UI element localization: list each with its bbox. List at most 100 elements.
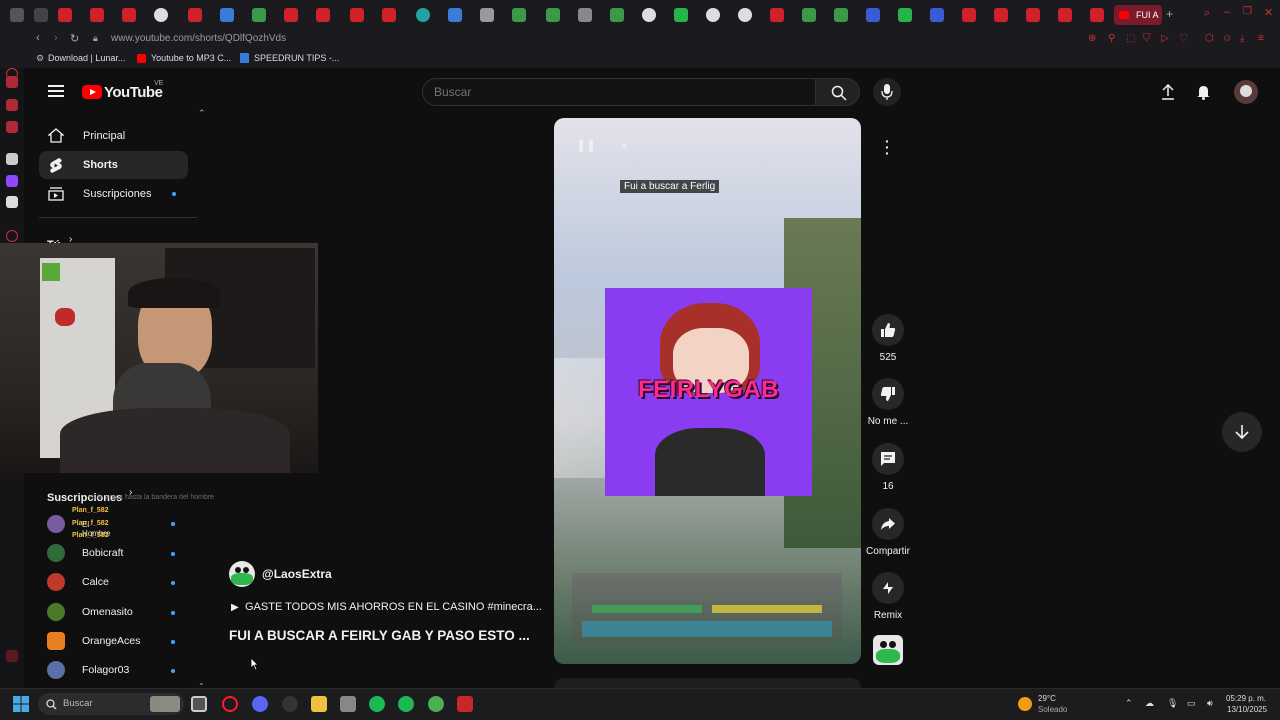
tab-icon[interactable] xyxy=(416,8,430,22)
youtube-tab-icon[interactable] xyxy=(962,8,976,22)
volume-icon[interactable]: 🔈︎ xyxy=(622,138,629,153)
aria-ai-icon[interactable] xyxy=(6,153,18,165)
reload-icon[interactable]: ↻ xyxy=(70,32,79,45)
twitch-icon[interactable] xyxy=(6,175,18,187)
active-tab[interactable]: FUI A xyxy=(1114,5,1162,25)
app-icon[interactable] xyxy=(340,696,356,712)
voice-search-button[interactable] xyxy=(873,78,901,106)
download-icon[interactable]: ⤓ xyxy=(1240,33,1244,44)
share-button[interactable] xyxy=(872,508,904,540)
notifications-bell-icon[interactable] xyxy=(1196,84,1211,100)
discord-icon[interactable] xyxy=(252,696,268,712)
menu-icon[interactable]: ≡ xyxy=(1258,33,1264,44)
close-icon[interactable]: ✕ xyxy=(1264,6,1273,19)
network-icon[interactable]: ▭ xyxy=(1187,698,1196,709)
tab-icon[interactable] xyxy=(252,8,266,22)
tab-icon[interactable] xyxy=(546,8,560,22)
next-short-preview[interactable] xyxy=(554,678,861,688)
tab-icon[interactable] xyxy=(512,8,526,22)
bag-icon[interactable] xyxy=(6,76,18,88)
search-button[interactable] xyxy=(815,78,860,106)
tab-icon[interactable] xyxy=(898,8,912,22)
youtube-tab-icon[interactable] xyxy=(58,8,72,22)
chevron-up-icon[interactable]: ⌃ xyxy=(198,108,206,119)
youtube-tab-icon[interactable] xyxy=(1058,8,1072,22)
volume-tray-icon[interactable]: 🔊︎ xyxy=(1207,698,1213,709)
chrome-icon[interactable] xyxy=(428,696,444,712)
hamburger-menu-icon[interactable] xyxy=(48,85,64,97)
forward-icon[interactable]: › xyxy=(54,32,58,44)
tab-icon[interactable] xyxy=(674,8,688,22)
google-tab-icon[interactable] xyxy=(738,8,752,22)
pause-icon[interactable]: ❚❚ xyxy=(576,138,596,152)
search-bar[interactable] xyxy=(422,78,816,106)
tray-chevron-icon[interactable]: ⌃ xyxy=(1125,698,1133,709)
sidebar-item-shorts[interactable]: Shorts xyxy=(39,151,188,179)
chevron-down-icon[interactable]: ⌄ xyxy=(198,678,205,687)
short-title[interactable]: FUI A BUSCAR A FEIRLY GAB Y PASO ESTO ..… xyxy=(229,628,530,643)
channel-handle[interactable]: @LaosExtra xyxy=(262,567,332,581)
dislike-button[interactable] xyxy=(872,378,904,410)
youtube-tab-icon[interactable] xyxy=(90,8,104,22)
bookmark-1[interactable]: Download | Lunar... xyxy=(48,53,125,63)
new-tab-button[interactable]: + xyxy=(1166,7,1173,21)
clock-time[interactable]: 05:29 p. m. xyxy=(1226,694,1266,703)
youtube-tab-icon[interactable] xyxy=(122,8,136,22)
bookmark-3[interactable]: SPEEDRUN TIPS -... xyxy=(254,53,339,63)
tab-icon[interactable] xyxy=(220,8,234,22)
microphone-tray-icon[interactable]: 🎙︎ xyxy=(1167,698,1178,709)
youtube-tab-icon[interactable] xyxy=(284,8,298,22)
cloud-icon[interactable]: ☁ xyxy=(1145,698,1154,709)
sound-avatar[interactable] xyxy=(873,635,903,665)
zoom-icon[interactable]: ⊕ xyxy=(1088,33,1096,44)
tab-icon[interactable] xyxy=(448,8,462,22)
heart-icon[interactable]: ♡ xyxy=(1179,33,1188,44)
youtube-tab-icon[interactable] xyxy=(188,8,202,22)
playlist-link[interactable]: GASTE TODOS MIS AHORROS EN EL CASINO #mi… xyxy=(245,601,542,613)
youtube-tab-icon[interactable] xyxy=(316,8,330,22)
sidebar-item-suscripciones[interactable]: Suscripciones xyxy=(39,180,188,208)
tab-icon[interactable] xyxy=(610,8,624,22)
tab-icon[interactable] xyxy=(802,8,816,22)
youtube-tab-icon[interactable] xyxy=(1026,8,1040,22)
upload-icon[interactable] xyxy=(1161,84,1175,100)
avatar[interactable] xyxy=(1234,80,1258,104)
comments-button[interactable] xyxy=(872,443,904,475)
spotify-icon[interactable] xyxy=(398,696,414,712)
whatsapp-icon[interactable] xyxy=(6,121,18,133)
tab-icon[interactable] xyxy=(834,8,848,22)
tab-icon[interactable] xyxy=(10,8,24,22)
player-icon[interactable] xyxy=(6,230,18,242)
youtube-tab-icon[interactable] xyxy=(350,8,364,22)
obs-icon[interactable] xyxy=(282,696,298,712)
youtube-tab-icon[interactable] xyxy=(382,8,396,22)
windows-start-icon[interactable] xyxy=(13,696,29,712)
x-icon[interactable] xyxy=(6,196,18,208)
like-button[interactable] xyxy=(872,314,904,346)
minimize-icon[interactable]: – xyxy=(1224,6,1230,18)
more-options-button[interactable]: · · · xyxy=(872,132,904,164)
task-view-icon[interactable] xyxy=(191,696,207,712)
file-explorer-icon[interactable] xyxy=(311,696,327,712)
next-short-button[interactable] xyxy=(1222,412,1262,452)
maximize-icon[interactable]: ❐ xyxy=(1243,6,1252,17)
roblox-icon[interactable] xyxy=(457,696,473,712)
google-tab-icon[interactable] xyxy=(706,8,720,22)
opera-icon[interactable] xyxy=(222,696,238,712)
google-tab-icon[interactable] xyxy=(154,8,168,22)
bookmark-2[interactable]: Youtube to MP3 C... xyxy=(151,53,231,63)
pin-icon[interactable]: ⚲ xyxy=(1108,33,1115,44)
search-input[interactable] xyxy=(434,85,804,99)
remix-button[interactable] xyxy=(872,572,904,604)
channel-avatar[interactable] xyxy=(229,561,255,587)
tab-icon[interactable] xyxy=(578,8,592,22)
tab-icon[interactable] xyxy=(866,8,880,22)
url-text[interactable]: www.youtube.com/shorts/QDlfQozhVds xyxy=(111,33,286,44)
sidebar-item-principal[interactable]: Principal xyxy=(39,122,188,150)
tab-icon[interactable] xyxy=(930,8,944,22)
tab-icon[interactable] xyxy=(480,8,494,22)
profile-icon[interactable]: ☺ xyxy=(1222,33,1232,44)
spotify-icon[interactable] xyxy=(369,696,385,712)
youtube-logo[interactable]: YouTube VE xyxy=(82,80,163,102)
taskbar-search[interactable]: Buscar xyxy=(38,693,184,715)
